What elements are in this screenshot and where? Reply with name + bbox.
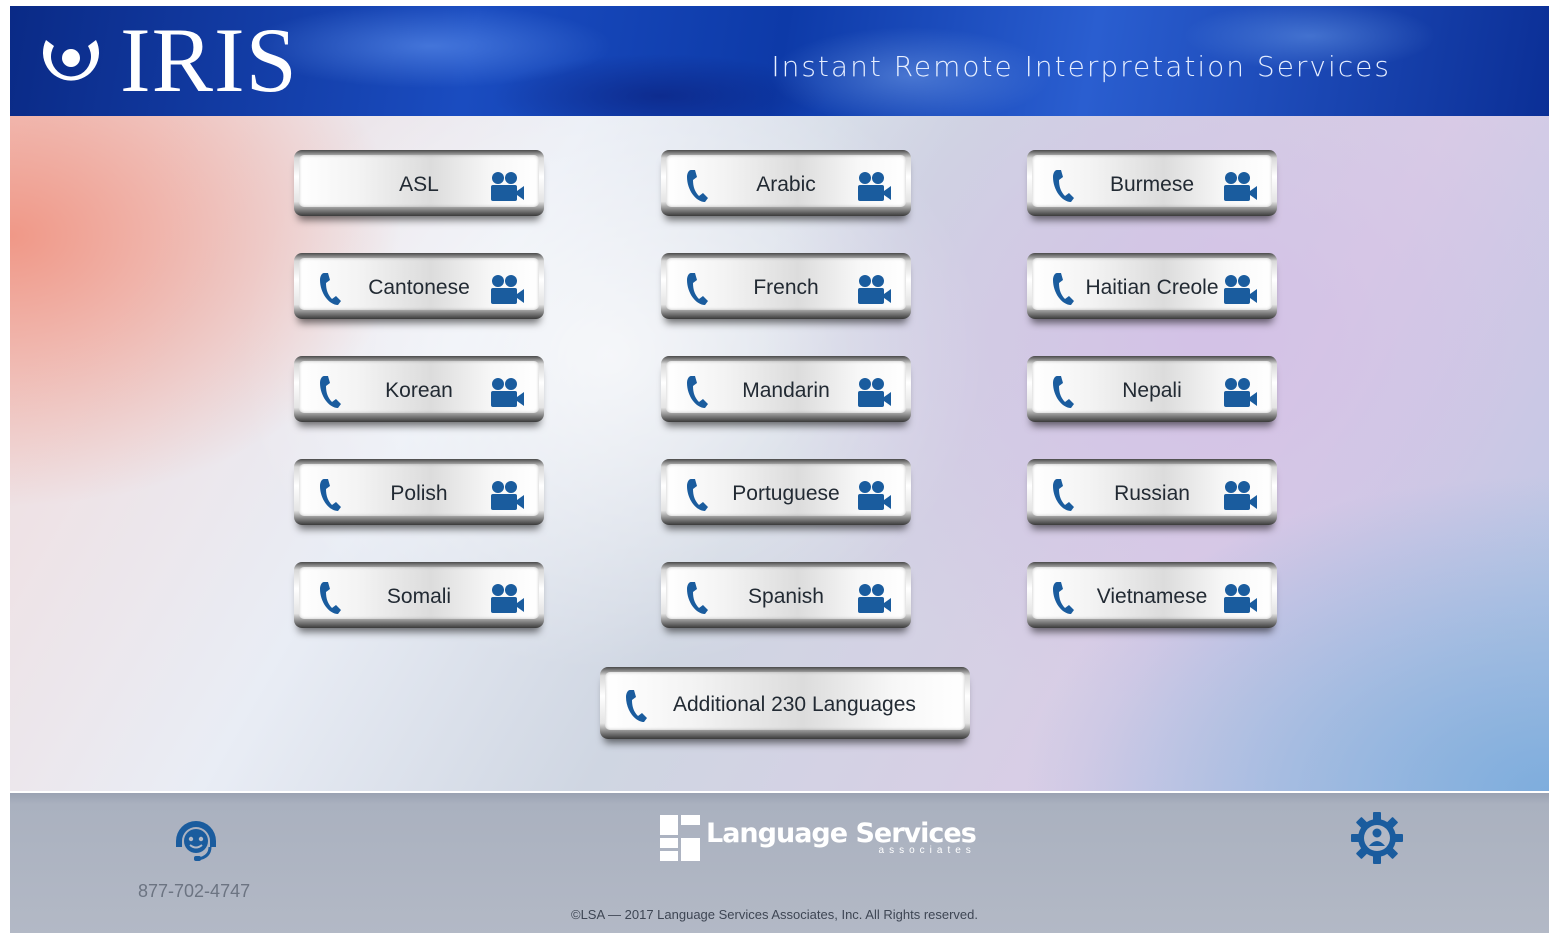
language-button-french[interactable]: French (661, 253, 911, 319)
button-face: Cantonese (299, 258, 539, 310)
lsa-text: Language Services associates (706, 818, 977, 856)
language-grid: ASL Arabic Burmese Cantonese French Hait… (10, 116, 1549, 791)
lsa-logo-mark-icon (660, 815, 700, 861)
app-frame: IRIS Instant Remote Interpretation Servi… (10, 6, 1549, 933)
language-button-haitian-creole[interactable]: Haitian Creole (1027, 253, 1277, 319)
button-face: French (666, 258, 906, 310)
video-call-icon[interactable] (856, 480, 892, 512)
additional-languages-button[interactable]: Additional 230 Languages (600, 667, 970, 739)
language-button-asl[interactable]: ASL (294, 150, 544, 216)
button-face: Arabic (666, 155, 906, 207)
support-phone-number[interactable]: 877-702-4747 (138, 881, 250, 902)
video-call-icon[interactable] (489, 583, 525, 615)
button-face: Korean (299, 361, 539, 413)
video-call-icon[interactable] (489, 274, 525, 306)
header-banner: IRIS Instant Remote Interpretation Servi… (10, 6, 1549, 116)
iris-logo-mark-icon (43, 40, 99, 81)
language-button-korean[interactable]: Korean (294, 356, 544, 422)
language-button-burmese[interactable]: Burmese (1027, 150, 1277, 216)
lsa-brand-name: Language Services (706, 818, 977, 849)
headset-support-icon[interactable] (170, 815, 222, 867)
copyright-text: ©LSA — 2017 Language Services Associates… (570, 907, 979, 922)
video-call-icon[interactable] (1222, 480, 1258, 512)
video-call-icon[interactable] (489, 377, 525, 409)
language-button-somali[interactable]: Somali (294, 562, 544, 628)
button-face: Burmese (1032, 155, 1272, 207)
video-call-icon[interactable] (1222, 171, 1258, 203)
button-face: Haitian Creole (1032, 258, 1272, 310)
video-call-icon[interactable] (489, 480, 525, 512)
button-face: Vietnamese (1032, 567, 1272, 619)
language-button-arabic[interactable]: Arabic (661, 150, 911, 216)
video-call-icon[interactable] (856, 274, 892, 306)
button-face: Additional 230 Languages (605, 672, 965, 730)
video-call-icon[interactable] (856, 171, 892, 203)
button-face: Somali (299, 567, 539, 619)
lsa-logo: Language Services associates (660, 815, 977, 861)
language-button-nepali[interactable]: Nepali (1027, 356, 1277, 422)
button-face: Polish (299, 464, 539, 516)
video-call-icon[interactable] (1222, 274, 1258, 306)
gear-user-icon[interactable] (1350, 811, 1404, 865)
button-face: ASL (299, 155, 539, 207)
button-face: Portuguese (666, 464, 906, 516)
video-call-icon[interactable] (1222, 377, 1258, 409)
footer: 877-702-4747 Language Services associate… (10, 791, 1549, 933)
language-button-spanish[interactable]: Spanish (661, 562, 911, 628)
language-button-polish[interactable]: Polish (294, 459, 544, 525)
tagline: Instant Remote Interpretation Services (771, 50, 1391, 83)
language-button-vietnamese[interactable]: Vietnamese (1027, 562, 1277, 628)
video-call-icon[interactable] (856, 377, 892, 409)
video-call-icon[interactable] (856, 583, 892, 615)
button-face: Russian (1032, 464, 1272, 516)
button-face: Spanish (666, 567, 906, 619)
logo-text: IRIS (120, 9, 298, 111)
language-button-portuguese[interactable]: Portuguese (661, 459, 911, 525)
additional-languages-label: Additional 230 Languages (673, 693, 916, 716)
button-face: Nepali (1032, 361, 1272, 413)
language-button-cantonese[interactable]: Cantonese (294, 253, 544, 319)
button-face: Mandarin (666, 361, 906, 413)
video-call-icon[interactable] (1222, 583, 1258, 615)
language-button-russian[interactable]: Russian (1027, 459, 1277, 525)
language-button-mandarin[interactable]: Mandarin (661, 356, 911, 422)
video-call-icon[interactable] (489, 171, 525, 203)
phone-call-icon[interactable] (623, 688, 649, 724)
iris-logo: IRIS (36, 14, 298, 106)
